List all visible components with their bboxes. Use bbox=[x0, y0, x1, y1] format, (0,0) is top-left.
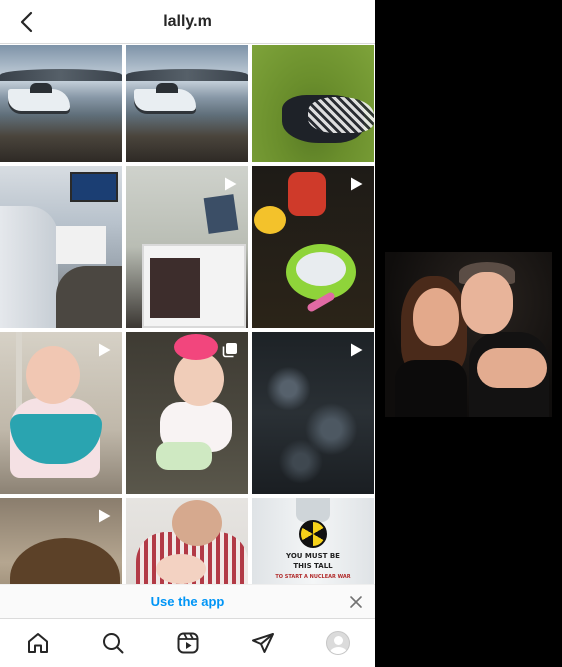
nav-profile-button[interactable] bbox=[324, 629, 352, 657]
bottle-text-line3: TO START A NUCLEAR WAR bbox=[275, 574, 351, 580]
play-icon bbox=[225, 177, 237, 191]
play-icon bbox=[99, 509, 111, 523]
video-badge bbox=[347, 175, 365, 193]
close-icon bbox=[350, 596, 362, 608]
video-badge bbox=[347, 341, 365, 359]
bottom-nav bbox=[0, 618, 375, 667]
nav-search-button[interactable] bbox=[99, 629, 127, 657]
video-badge bbox=[221, 175, 239, 193]
nav-home-button[interactable] bbox=[24, 629, 52, 657]
carousel-icon bbox=[222, 343, 237, 358]
post-tile[interactable] bbox=[252, 332, 374, 494]
use-app-link[interactable]: Use the app bbox=[151, 594, 225, 609]
nav-reels-button[interactable] bbox=[174, 629, 202, 657]
direct-icon bbox=[251, 633, 274, 653]
play-icon bbox=[351, 343, 363, 357]
profile-avatar bbox=[325, 631, 350, 655]
carousel-badge bbox=[221, 341, 239, 359]
post-tile[interactable] bbox=[126, 332, 248, 494]
post-tile[interactable] bbox=[0, 45, 122, 162]
reels-icon bbox=[177, 632, 198, 654]
instagram-profile-view: lally.m YOU MUST BE THIS TALL TO START A N… bbox=[0, 0, 375, 667]
post-tile[interactable] bbox=[126, 45, 248, 162]
play-icon bbox=[351, 177, 363, 191]
chevron-left-icon bbox=[20, 11, 33, 33]
video-badge bbox=[95, 341, 113, 359]
nav-direct-button[interactable] bbox=[249, 629, 277, 657]
post-grid: YOU MUST BE THIS TALL TO START A NUCLEAR W… bbox=[0, 45, 375, 660]
bottle-text-line2: THIS TALL bbox=[293, 562, 333, 570]
side-photo bbox=[385, 252, 552, 417]
bottle-text-line1: YOU MUST BE bbox=[286, 552, 340, 560]
back-button[interactable] bbox=[14, 9, 40, 35]
post-tile[interactable] bbox=[252, 166, 374, 328]
post-tile[interactable] bbox=[0, 332, 122, 494]
post-tile[interactable] bbox=[0, 166, 122, 328]
post-tile[interactable] bbox=[252, 45, 374, 162]
home-icon bbox=[27, 633, 48, 653]
search-icon bbox=[102, 633, 123, 654]
close-banner-button[interactable] bbox=[347, 593, 365, 611]
play-icon bbox=[99, 343, 111, 357]
top-bar: lally.m bbox=[0, 0, 375, 44]
page-title: lally.m bbox=[163, 12, 212, 30]
video-badge bbox=[95, 507, 113, 525]
use-app-banner: Use the app bbox=[0, 584, 375, 618]
post-tile[interactable] bbox=[126, 166, 248, 328]
